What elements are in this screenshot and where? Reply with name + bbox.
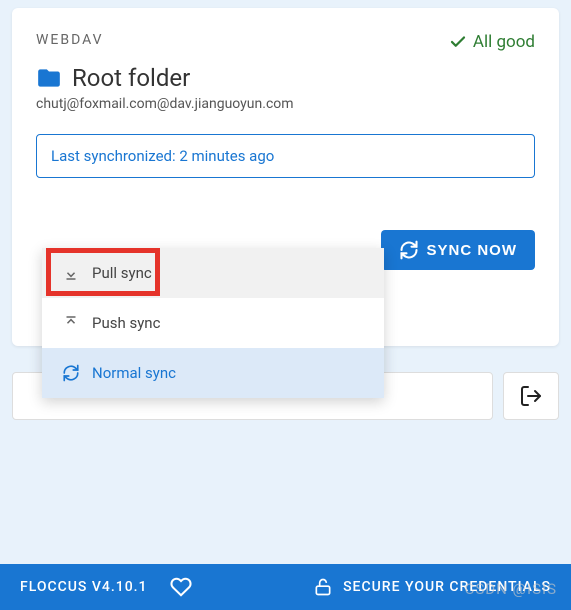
protocol-label: WEBDAV [36,32,104,48]
push-sync-option[interactable]: Push sync [42,298,384,348]
folder-icon [36,65,62,91]
sync-now-button[interactable]: SYNC NOW [381,230,536,270]
arrow-down-icon [62,264,80,282]
normal-sync-option[interactable]: Normal sync [42,348,384,398]
status-indicator: All good [449,32,535,52]
pull-sync-label: Pull sync [92,264,152,282]
sync-icon [62,364,80,382]
footer-bar: FLOCCUS V4.10.1 SECURE YOUR CREDENTIALS [0,564,571,610]
donate-button[interactable] [170,576,192,598]
lock-open-icon [313,577,333,597]
push-sync-label: Push sync [92,314,160,332]
sync-mode-dropdown: Pull sync Push sync Normal sync [42,248,384,398]
folder-row: Root folder [36,64,535,92]
status-text: All good [473,32,535,52]
card-header: WEBDAV All good [36,32,535,52]
arrow-up-icon [62,314,80,332]
sync-icon [399,240,419,260]
sync-now-label: SYNC NOW [427,242,518,259]
check-icon [449,33,467,51]
heart-icon [170,576,192,598]
folder-name: Root folder [72,64,190,92]
sync-status-box: Last synchronized: 2 minutes ago [36,134,535,178]
account-address: chutj@foxmail.com@dav.jianguoyun.com [36,96,535,112]
export-icon [519,384,543,408]
app-version: FLOCCUS V4.10.1 [20,579,148,595]
pull-sync-option[interactable]: Pull sync [42,248,384,298]
secure-credentials-label: SECURE YOUR CREDENTIALS [343,579,551,595]
export-button[interactable] [503,372,559,420]
normal-sync-label: Normal sync [92,364,176,382]
secure-credentials-button[interactable]: SECURE YOUR CREDENTIALS [313,577,551,597]
